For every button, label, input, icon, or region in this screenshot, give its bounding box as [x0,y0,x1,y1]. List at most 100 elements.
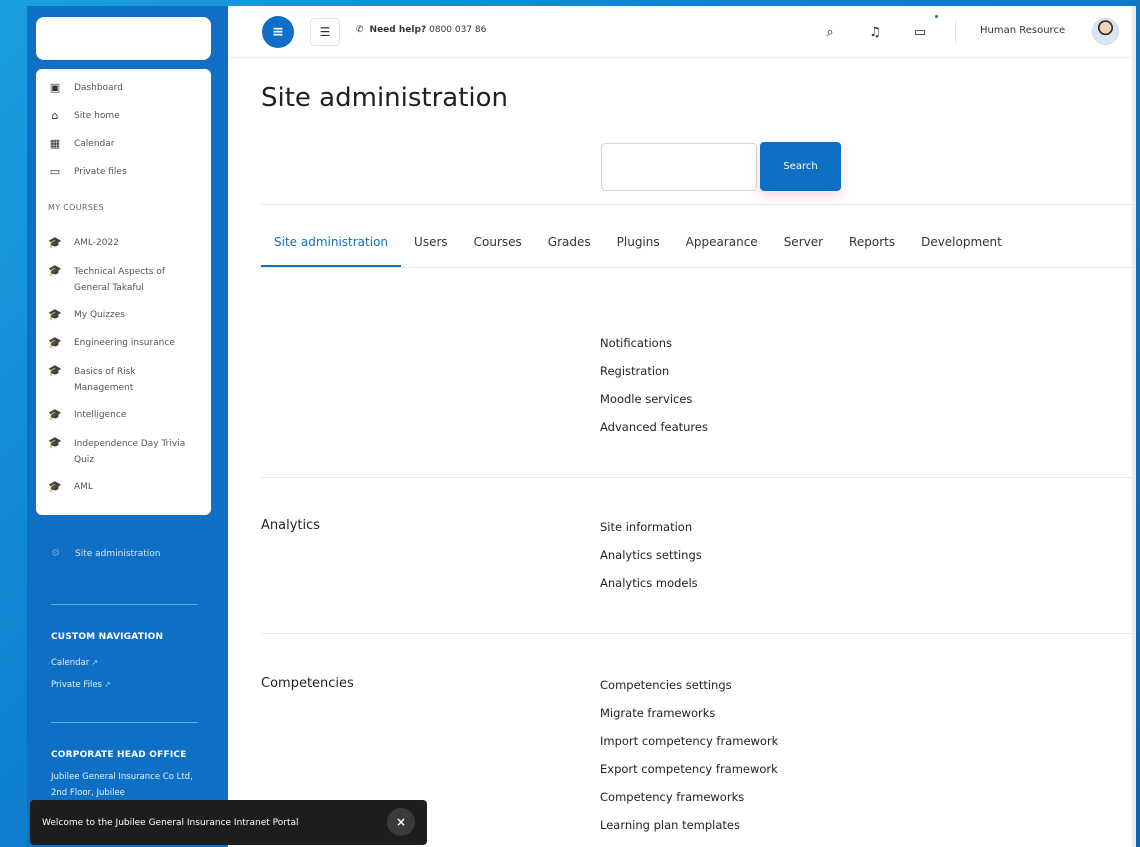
graduation-cap-icon: 🎓 [48,308,62,321]
tab-courses[interactable]: Courses [474,230,522,267]
bell-icon[interactable]: ♫ [865,22,885,42]
search-icon[interactable]: ⌕ [820,22,840,42]
competencies-links: Competencies settings Migrate frameworks… [600,671,778,839]
link-import-competency-framework[interactable]: Import competency framework [600,727,778,755]
sidebar-item-calendar[interactable]: ▦ Calendar [36,137,211,151]
sidebar-course-item[interactable]: 🎓 AML [36,480,211,494]
sidebar-course-item[interactable]: 🎓 Intelligence [36,408,211,422]
graduation-cap-icon: 🎓 [48,408,62,421]
sidebar-item-label: Basics of Risk Management [74,367,136,393]
sidebar-course-item[interactable]: 🎓 AML-2022 [36,236,211,250]
tab-users[interactable]: Users [414,230,448,267]
graduation-cap-icon: 🎓 [48,264,62,277]
sidebar-item-label: Calendar [74,139,115,149]
nav-card: ▣ Dashboard ⌂ Site home ▦ Calendar ▭ Pri… [36,69,211,515]
toast-message: Welcome to the Jubilee General Insurance… [42,817,299,828]
link-migrate-frameworks[interactable]: Migrate frameworks [600,699,778,727]
office-address: Jubilee General Insurance Co Ltd, 2nd Fl… [51,772,193,798]
index-toggle-button[interactable]: ☰ [310,18,340,46]
external-link-icon: ↗ [104,680,111,689]
link-advanced-features[interactable]: Advanced features [600,413,708,441]
graduation-cap-icon: 🎓 [48,236,62,249]
link-registration[interactable]: Registration [600,357,708,385]
sidebar-item-label: Site administration [75,548,161,559]
link-export-competency-framework[interactable]: Export competency framework [600,755,778,783]
sidebar-item-site-home[interactable]: ⌂ Site home [36,109,211,123]
help-label: Need help? [369,25,427,35]
search-input[interactable] [601,143,757,191]
link-moodle-services[interactable]: Moodle services [600,385,708,413]
sidebar-course-item[interactable]: 🎓 Engineering insurance [36,336,211,350]
graduation-cap-icon: 🎓 [48,336,62,349]
sidebar-item-dashboard[interactable]: ▣ Dashboard [36,81,211,95]
sidebar-course-item[interactable]: 🎓 Basics of Risk Management [36,364,211,396]
custom-nav-link-private-files[interactable]: Private Files ↗ [51,680,111,690]
home-icon: ⌂ [51,109,59,122]
sidebar-item-label: AML [74,482,93,492]
tab-plugins[interactable]: Plugins [617,230,660,267]
page-title: Site administration [261,83,509,113]
link-label: Private Files [51,680,102,690]
analytics-links: Site information Analytics settings Anal… [600,513,702,597]
welcome-toast: Welcome to the Jubilee General Insurance… [30,800,427,845]
link-competency-frameworks[interactable]: Competency frameworks [600,783,778,811]
gear-icon: ⚙ [51,548,60,559]
link-analytics-models[interactable]: Analytics models [600,569,702,597]
sidebar-item-site-admin[interactable]: ⚙ Site administration [51,548,161,559]
my-courses-heading: MY COURSES [48,203,104,212]
sidebar-course-item[interactable]: 🎓 Independence Day Trivia Quiz [36,436,211,468]
link-learning-plan-templates[interactable]: Learning plan templates [600,811,778,839]
sidebar-item-label: My Quizzes [74,310,125,320]
tab-server[interactable]: Server [784,230,823,267]
sidebar-course-item[interactable]: 🎓 Technical Aspects of General Takaful [36,264,211,296]
tab-reports[interactable]: Reports [849,230,895,267]
calendar-icon: ▦ [49,137,61,150]
phone-icon: ✆ [356,25,364,35]
scrollbar[interactable] [1132,6,1136,847]
custom-nav-link-calendar[interactable]: Calendar ↗ [51,658,98,668]
tab-development[interactable]: Development [921,230,1002,267]
search-button[interactable]: Search [760,142,841,191]
list-icon: ☰ [319,25,331,39]
graduation-cap-icon: 🎓 [48,364,62,377]
divider [955,20,956,44]
logo-box[interactable] [36,17,211,60]
close-button[interactable]: × [387,808,415,836]
avatar[interactable] [1092,18,1119,45]
sidebar-course-item[interactable]: 🎓 My Quizzes [36,308,211,322]
section-title-competencies: Competencies [261,676,354,691]
sidebar-item-private-files[interactable]: ▭ Private files [36,165,211,179]
divider [51,722,198,723]
link-analytics-settings[interactable]: Analytics settings [600,541,702,569]
tab-site-administration[interactable]: Site administration [261,230,402,267]
files-icon: ▭ [49,165,61,178]
message-icon[interactable]: ▭ [910,22,930,42]
graduation-cap-icon: 🎓 [48,436,62,449]
divider [261,477,1136,478]
general-links: Notifications Registration Moodle servic… [600,329,708,441]
main-content: ≡ ☰ ✆ Need help? 0800 037 86 ⌕ ♫ ▭ Human… [228,6,1136,847]
sidebar: ▣ Dashboard ⌂ Site home ▦ Calendar ▭ Pri… [27,6,228,847]
divider [261,204,1136,205]
section-title-analytics: Analytics [261,518,321,533]
tab-appearance[interactable]: Appearance [686,230,758,267]
sidebar-item-label: Private files [74,167,127,177]
sidebar-item-label: Engineering insurance [74,338,175,348]
sidebar-item-label: Technical Aspects of General Takaful [74,267,165,293]
graduation-cap-icon: 🎓 [48,480,62,493]
link-notifications[interactable]: Notifications [600,329,708,357]
tab-grades[interactable]: Grades [548,230,591,267]
user-name[interactable]: Human Resource [980,25,1065,36]
link-site-information[interactable]: Site information [600,513,702,541]
sidebar-item-label: AML-2022 [74,238,119,248]
admin-tabs: Site administration Users Courses Grades… [261,230,1028,268]
help-phone: 0800 037 86 [429,25,487,35]
close-icon: × [395,815,407,829]
sidebar-item-label: Intelligence [74,410,127,420]
sidebar-item-label: Site home [74,111,120,121]
custom-nav-heading: CUSTOM NAVIGATION [51,632,164,642]
link-competencies-settings[interactable]: Competencies settings [600,671,778,699]
link-label: Calendar [51,658,90,668]
drawer-toggle-button[interactable]: ≡ [262,16,294,48]
sidebar-item-label: Independence Day Trivia Quiz [74,439,186,465]
